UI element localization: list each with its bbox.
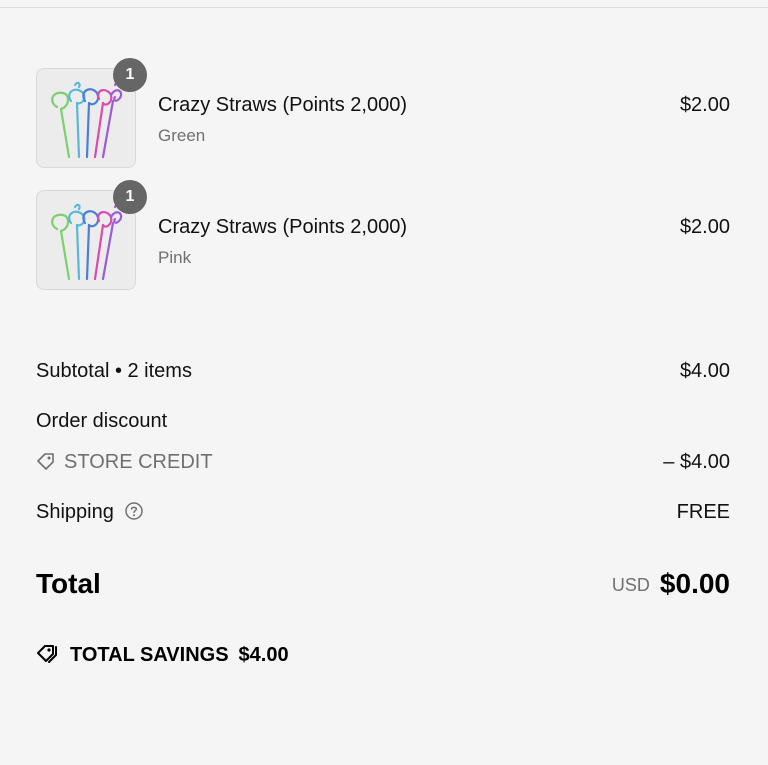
- item-title: Crazy Straws (Points 2,000): [158, 94, 407, 116]
- discount-code-row: STORE CREDIT – $4.00: [36, 451, 730, 474]
- savings-amount: $4.00: [238, 644, 289, 666]
- shipping-label: Shipping: [36, 501, 114, 523]
- line-item: 1 Crazy Straws (Points 2,000) Green $2.0…: [36, 58, 730, 168]
- subtotal-row: Subtotal • 2 items $4.00: [36, 360, 730, 383]
- top-divider: [0, 7, 768, 8]
- crazy-straws-icon: [51, 203, 123, 281]
- subtotal-label: Subtotal • 2 items: [36, 360, 192, 382]
- quantity-badge: 1: [113, 180, 147, 214]
- savings-tag-icon: [37, 645, 57, 663]
- subtotal-value: $4.00: [679, 360, 730, 382]
- discount-label: Order discount: [36, 410, 168, 432]
- item-variant: Pink: [158, 248, 192, 267]
- total-amount-group: USD $0.00: [612, 568, 730, 600]
- crazy-straws-icon: [51, 81, 123, 159]
- item-price: $2.00: [679, 94, 730, 116]
- order-discount-row: Order discount: [36, 410, 730, 433]
- shipping-value: FREE: [676, 501, 730, 523]
- item-price: $2.00: [679, 216, 730, 238]
- total-amount: $0.00: [659, 568, 730, 599]
- discount-value: – $4.00: [663, 451, 730, 473]
- discount-code: STORE CREDIT: [64, 451, 213, 473]
- total-savings: TOTAL SAVINGS $4.00: [36, 642, 289, 667]
- line-item: 1 Crazy Straws (Points 2,000) Pink $2.00: [36, 180, 730, 290]
- currency-code: USD: [611, 575, 650, 595]
- tag-icon: [37, 453, 54, 470]
- item-variant: Green: [158, 126, 206, 145]
- item-title: Crazy Straws (Points 2,000): [158, 216, 407, 238]
- help-icon[interactable]: [124, 501, 144, 521]
- quantity-badge: 1: [113, 58, 147, 92]
- shipping-row: Shipping FREE: [36, 501, 730, 524]
- total-label: Total: [36, 568, 101, 599]
- savings-label: TOTAL SAVINGS: [70, 644, 229, 666]
